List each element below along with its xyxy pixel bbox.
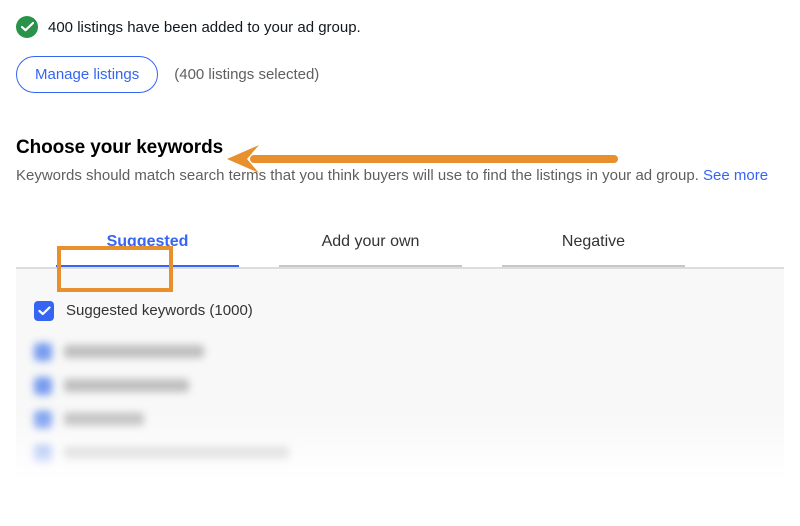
keyword-row-blurred <box>34 335 766 369</box>
keywords-header-label: Suggested keywords (1000) <box>66 302 253 319</box>
see-more-link[interactable]: See more <box>703 167 768 184</box>
section-description-text: Keywords should match search terms that … <box>16 167 703 184</box>
listings-selected-count: (400 listings selected) <box>174 66 319 83</box>
tab-add-your-own[interactable]: Add your own <box>279 223 462 267</box>
section-title: Choose your keywords <box>16 137 784 159</box>
keyword-row-blurred <box>34 403 766 437</box>
section-description: Keywords should match search terms that … <box>16 165 784 187</box>
keywords-header-row: Suggested keywords (1000) <box>34 295 766 335</box>
tab-suggested[interactable]: Suggested <box>56 223 239 267</box>
tab-negative[interactable]: Negative <box>502 223 685 267</box>
success-check-icon <box>16 16 38 38</box>
keyword-tabs: Suggested Add your own Negative <box>16 223 784 267</box>
select-all-checkbox[interactable] <box>34 301 54 321</box>
keyword-row-blurred <box>34 369 766 403</box>
manage-listings-button[interactable]: Manage listings <box>16 56 158 93</box>
keyword-row-blurred <box>34 437 766 471</box>
success-message: 400 listings have been added to your ad … <box>48 19 361 36</box>
suggested-keywords-panel: Suggested keywords (1000) <box>16 269 784 481</box>
